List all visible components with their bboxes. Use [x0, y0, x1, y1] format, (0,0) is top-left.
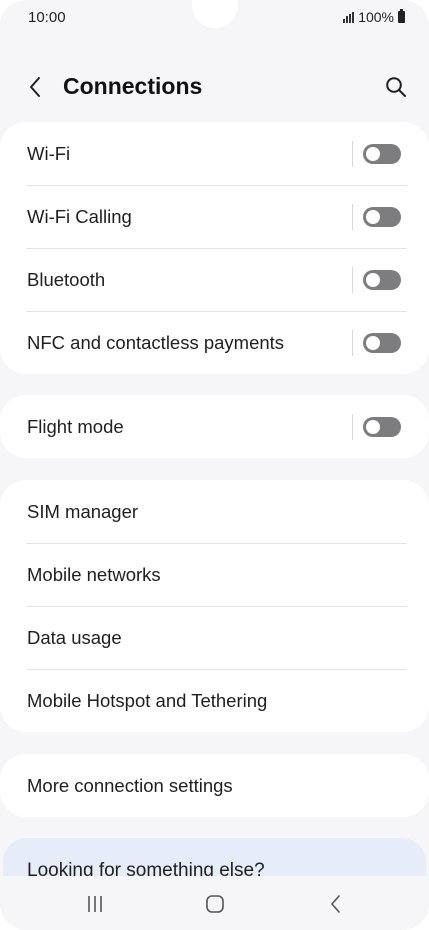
- navigation-bar: [0, 876, 429, 930]
- search-button[interactable]: [379, 70, 413, 104]
- list-item-bluetooth[interactable]: Bluetooth: [0, 248, 429, 311]
- toggle-knob: [366, 209, 380, 224]
- connections-card-wireless: Wi-Fi Wi-Fi Calling Bluetooth NFC and co…: [0, 122, 429, 374]
- recents-icon: [88, 896, 102, 912]
- back-icon: [331, 895, 340, 913]
- divider: [352, 266, 353, 293]
- toggle-knob: [366, 335, 380, 350]
- signal-icon: [343, 11, 355, 23]
- more-connection-settings-label: More connection settings: [27, 774, 233, 796]
- bluetooth-toggle[interactable]: [363, 269, 401, 290]
- battery-icon: [398, 9, 405, 23]
- divider: [352, 329, 353, 356]
- back-button[interactable]: [18, 70, 52, 104]
- nfc-label: NFC and contactless payments: [27, 331, 285, 353]
- connections-card-flight: Flight mode: [0, 395, 429, 458]
- data-usage-label: Data usage: [27, 626, 122, 648]
- status-indicators: 100%: [343, 9, 405, 25]
- flight-mode-label: Flight mode: [27, 415, 124, 437]
- status-bar: 10:00 100%: [0, 0, 429, 36]
- recents-button[interactable]: [71, 884, 119, 924]
- wifi-calling-toggle[interactable]: [363, 206, 401, 227]
- list-item-data-usage[interactable]: Data usage: [0, 606, 429, 669]
- list-item-wifi-calling[interactable]: Wi-Fi Calling: [0, 185, 429, 248]
- phone-screen: 10:00 100% Connections Wi-Fi Wi-Fi Calli…: [0, 0, 429, 930]
- list-item-sim-manager[interactable]: SIM manager: [0, 480, 429, 543]
- list-item-nfc[interactable]: NFC and contactless payments: [0, 311, 429, 374]
- list-item-wifi[interactable]: Wi-Fi: [0, 122, 429, 185]
- battery-level: 100%: [358, 9, 394, 25]
- list-item-flight-mode[interactable]: Flight mode: [0, 395, 429, 458]
- wifi-label: Wi-Fi: [27, 142, 71, 164]
- nfc-toggle[interactable]: [363, 332, 401, 353]
- list-item-mobile-networks[interactable]: Mobile networks: [0, 543, 429, 606]
- divider: [352, 140, 353, 167]
- list-item-hotspot[interactable]: Mobile Hotspot and Tethering: [0, 669, 429, 732]
- chevron-left-icon: [30, 77, 40, 97]
- divider: [352, 413, 353, 440]
- wifi-toggle[interactable]: [363, 143, 401, 164]
- mobile-networks-label: Mobile networks: [27, 563, 161, 585]
- app-header: Connections: [0, 62, 429, 112]
- toggle-knob: [366, 272, 380, 287]
- toggle-knob: [366, 419, 380, 434]
- wifi-calling-label: Wi-Fi Calling: [27, 205, 132, 227]
- list-item-more-connection-settings[interactable]: More connection settings: [0, 754, 429, 817]
- home-icon: [206, 895, 224, 913]
- toggle-knob: [366, 146, 380, 161]
- flight-mode-toggle[interactable]: [363, 416, 401, 437]
- bluetooth-label: Bluetooth: [27, 268, 106, 290]
- home-button[interactable]: [191, 884, 239, 924]
- page-title: Connections: [63, 73, 203, 99]
- connections-card-mobile: SIM manager Mobile networks Data usage M…: [0, 480, 429, 732]
- status-time: 10:00: [28, 9, 66, 26]
- connections-card-more: More connection settings: [0, 754, 429, 817]
- sim-manager-label: SIM manager: [27, 500, 139, 522]
- search-icon: [386, 77, 406, 97]
- divider: [352, 203, 353, 230]
- nav-back-button[interactable]: [312, 884, 360, 924]
- hotspot-label: Mobile Hotspot and Tethering: [27, 689, 268, 711]
